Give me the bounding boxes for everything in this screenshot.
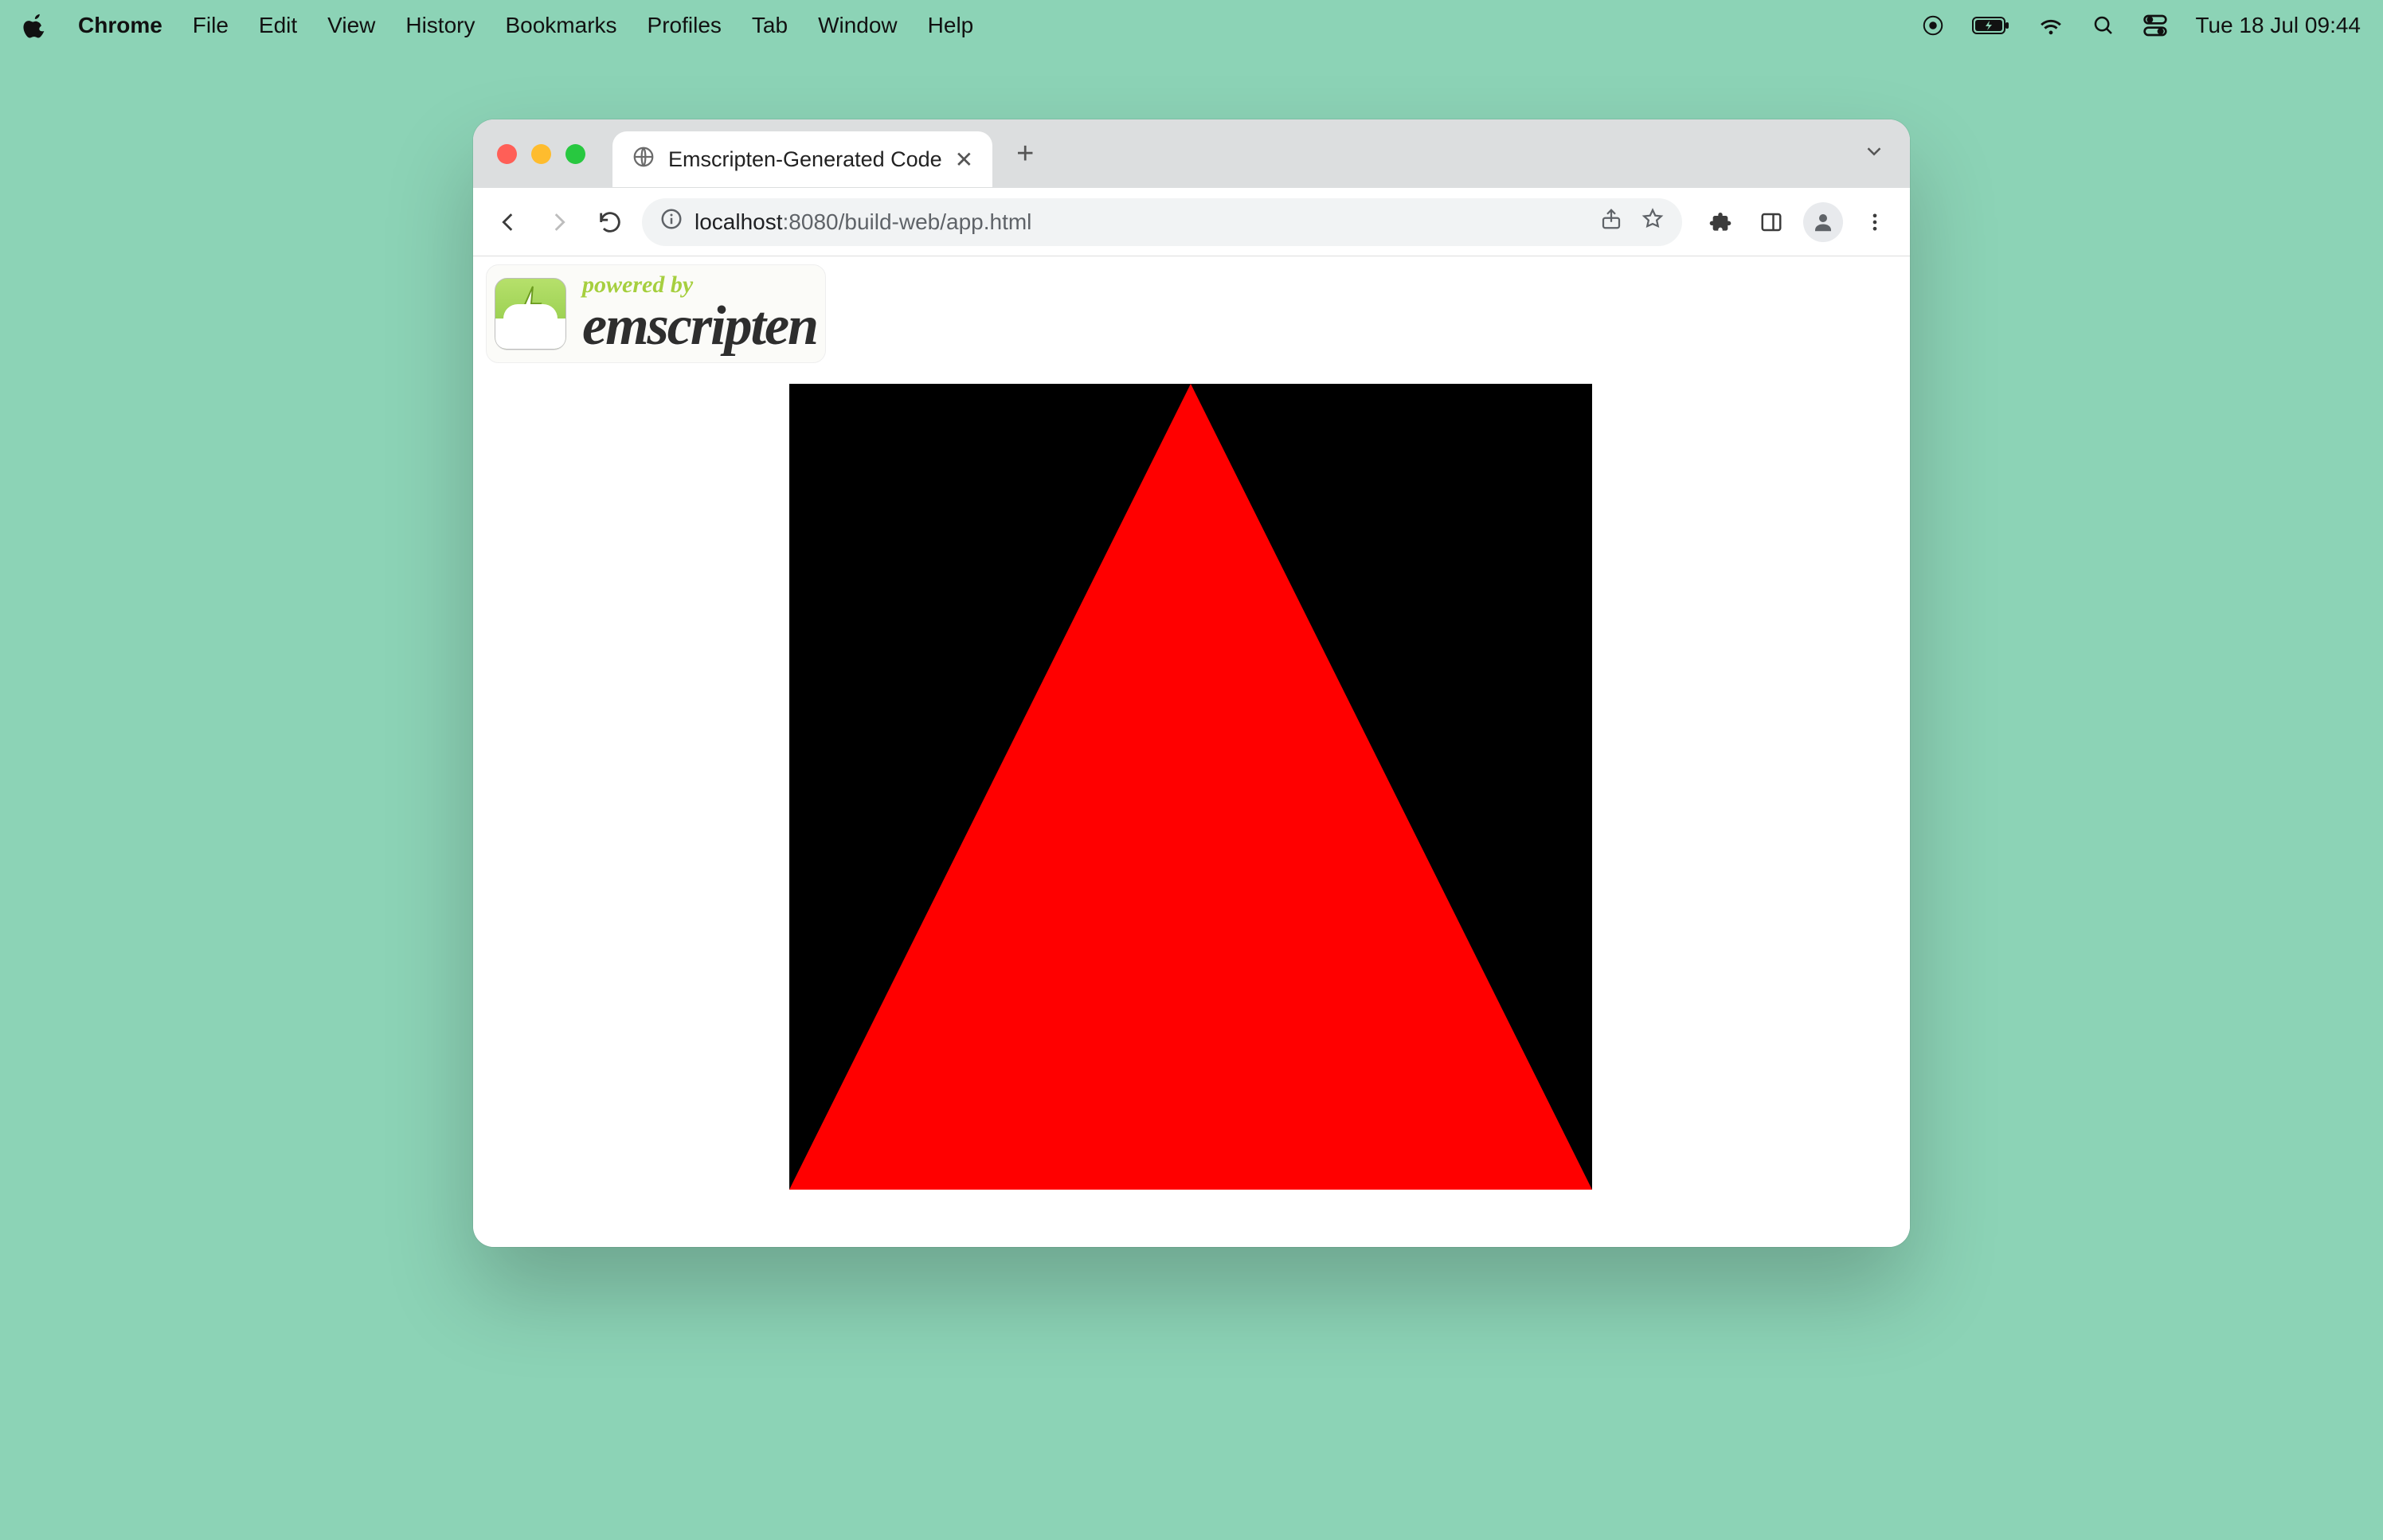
emscripten-banner: powered by emscripten — [486, 264, 826, 363]
browser-tab[interactable]: Emscripten-Generated Code ✕ — [612, 131, 992, 187]
menu-clock[interactable]: Tue 18 Jul 09:44 — [2195, 13, 2361, 38]
tab-close-icon[interactable]: ✕ — [955, 147, 973, 173]
site-info-icon[interactable] — [659, 207, 683, 236]
control-center-icon[interactable] — [2142, 14, 2168, 37]
menu-help[interactable]: Help — [928, 13, 974, 38]
menu-history[interactable]: History — [405, 13, 475, 38]
share-icon[interactable] — [1599, 207, 1623, 236]
menubar-left: Chrome File Edit View History Bookmarks … — [22, 13, 973, 38]
emscripten-logo-icon — [495, 278, 566, 350]
macos-menubar: Chrome File Edit View History Bookmarks … — [0, 0, 2383, 51]
apple-icon[interactable] — [22, 13, 48, 38]
menu-view[interactable]: View — [327, 13, 375, 38]
toolbar-right — [1701, 202, 1894, 242]
url-host: localhost — [695, 209, 783, 234]
window-minimize-button[interactable] — [531, 144, 551, 164]
menu-file[interactable]: File — [193, 13, 229, 38]
menubar-right: Tue 18 Jul 09:44 — [1921, 13, 2361, 38]
menu-tab[interactable]: Tab — [752, 13, 788, 38]
bookmark-star-icon[interactable] — [1641, 207, 1665, 236]
url-path: /build-web/app.html — [839, 209, 1032, 234]
tab-title: Emscripten-Generated Code — [668, 147, 942, 172]
kebab-menu-icon[interactable] — [1856, 203, 1894, 241]
reload-button[interactable] — [591, 203, 629, 241]
wifi-icon[interactable] — [2037, 14, 2064, 37]
forward-button[interactable] — [540, 203, 578, 241]
profile-avatar[interactable] — [1803, 202, 1843, 242]
menu-bookmarks[interactable]: Bookmarks — [505, 13, 616, 38]
url-text: localhost:8080/build-web/app.html — [695, 209, 1031, 235]
menu-profiles[interactable]: Profiles — [648, 13, 722, 38]
battery-icon[interactable] — [1972, 14, 2010, 37]
address-bar[interactable]: localhost:8080/build-web/app.html — [642, 198, 1682, 246]
emscripten-label: emscripten — [582, 299, 817, 354]
emscripten-text: powered by emscripten — [582, 273, 817, 354]
screen-record-icon[interactable] — [1921, 14, 1945, 37]
chrome-window: Emscripten-Generated Code ✕ + localhost:… — [473, 119, 1910, 1247]
browser-toolbar: localhost:8080/build-web/app.html — [473, 188, 1910, 256]
spotlight-icon[interactable] — [2091, 14, 2115, 37]
back-button[interactable] — [489, 203, 527, 241]
red-triangle — [789, 384, 1592, 1190]
tabs-overflow-icon[interactable] — [1862, 139, 1886, 169]
extensions-icon[interactable] — [1701, 203, 1739, 241]
window-controls — [497, 144, 585, 164]
window-close-button[interactable] — [497, 144, 517, 164]
browser-tabstrip: Emscripten-Generated Code ✕ + — [473, 119, 1910, 188]
new-tab-button[interactable]: + — [1004, 137, 1047, 171]
menu-window[interactable]: Window — [818, 13, 898, 38]
globe-icon — [632, 145, 655, 174]
menu-app-name[interactable]: Chrome — [78, 13, 162, 38]
webgl-canvas — [789, 384, 1592, 1190]
menu-edit[interactable]: Edit — [259, 13, 297, 38]
url-port: :8080 — [783, 209, 839, 234]
page-content: powered by emscripten — [473, 256, 1910, 1247]
sidepanel-icon[interactable] — [1752, 203, 1790, 241]
poweredby-label: powered by — [582, 273, 817, 297]
window-maximize-button[interactable] — [565, 144, 585, 164]
